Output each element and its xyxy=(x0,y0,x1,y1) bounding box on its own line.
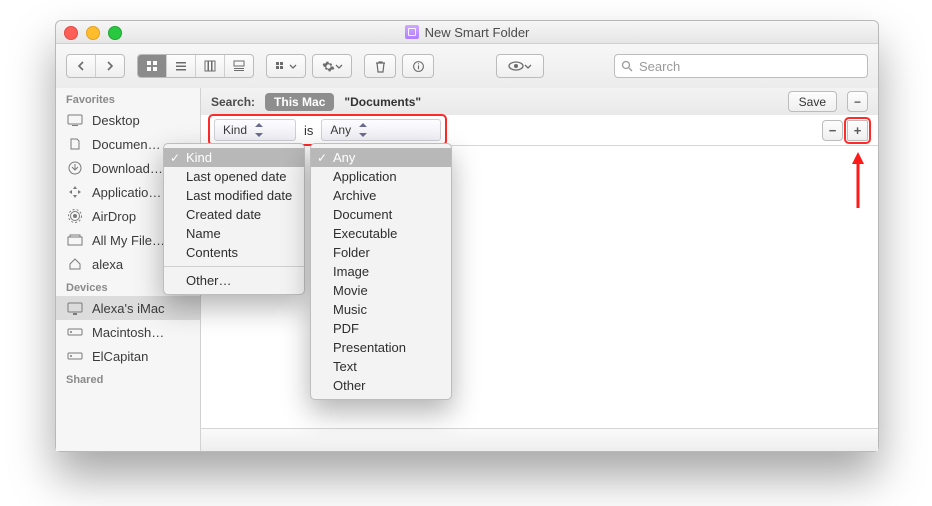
nav-back-forward xyxy=(66,54,125,78)
menu-item-other[interactable]: Other… xyxy=(164,271,304,290)
sidebar-section-favorites: Favorites xyxy=(56,88,200,108)
column-view-button[interactable] xyxy=(195,55,224,77)
action-button[interactable] xyxy=(312,54,352,78)
arrange-button[interactable] xyxy=(266,54,306,78)
sidebar-item-alexas-imac[interactable]: Alexa's iMac xyxy=(56,296,200,320)
trash-button[interactable] xyxy=(364,54,396,78)
remove-search-button[interactable]: − xyxy=(847,91,868,112)
search-icon xyxy=(621,60,633,72)
disk-icon xyxy=(66,349,84,363)
list-view-button[interactable] xyxy=(166,55,195,77)
add-criteria-button[interactable]: + xyxy=(847,120,868,141)
attribute-dropdown-menu[interactable]: Kind Last opened date Last modified date… xyxy=(163,143,305,295)
search-scope-bar: Search: This Mac "Documents" Save − xyxy=(201,88,878,116)
menu-item-movie[interactable]: Movie xyxy=(311,281,451,300)
menu-item-any[interactable]: Any xyxy=(311,148,451,167)
traffic-lights xyxy=(64,26,122,40)
titlebar: New Smart Folder xyxy=(56,21,878,44)
close-window-button[interactable] xyxy=(64,26,78,40)
remove-criteria-button[interactable]: − xyxy=(822,120,843,141)
menu-item-contents[interactable]: Contents xyxy=(164,243,304,262)
forward-button[interactable] xyxy=(95,55,124,77)
criteria-row: Kind is Any − + xyxy=(201,115,878,146)
path-bar xyxy=(201,428,878,451)
window-title-text: New Smart Folder xyxy=(425,25,530,40)
menu-item-name[interactable]: Name xyxy=(164,224,304,243)
menu-item-pdf[interactable]: PDF xyxy=(311,319,451,338)
chevron-updown-icon xyxy=(253,123,265,137)
window-title: New Smart Folder xyxy=(405,25,530,40)
toolbar: Search xyxy=(56,44,878,89)
menu-item-text[interactable]: Text xyxy=(311,357,451,376)
criteria-attribute-popup[interactable]: Kind xyxy=(214,119,296,141)
toolbar-search[interactable]: Search xyxy=(614,54,868,78)
sidebar-item-desktop[interactable]: Desktop xyxy=(56,108,200,132)
search-placeholder: Search xyxy=(639,59,680,74)
airdrop-icon xyxy=(66,209,84,223)
menu-item-archive[interactable]: Archive xyxy=(311,186,451,205)
scope-this-mac[interactable]: This Mac xyxy=(265,93,334,111)
menu-item-created-date[interactable]: Created date xyxy=(164,205,304,224)
apps-icon xyxy=(66,185,84,199)
value-dropdown-menu[interactable]: Any Application Archive Document Executa… xyxy=(310,143,452,400)
menu-item-application[interactable]: Application xyxy=(311,167,451,186)
criteria-operator: is xyxy=(304,123,313,138)
home-icon xyxy=(66,257,84,271)
quicklook-button[interactable] xyxy=(496,54,544,78)
menu-item-kind[interactable]: Kind xyxy=(164,148,304,167)
imac-icon xyxy=(66,301,84,315)
menu-item-last-opened[interactable]: Last opened date xyxy=(164,167,304,186)
zoom-window-button[interactable] xyxy=(108,26,122,40)
download-icon xyxy=(66,161,84,175)
menu-item-image[interactable]: Image xyxy=(311,262,451,281)
coverflow-view-button[interactable] xyxy=(224,55,253,77)
back-button[interactable] xyxy=(67,55,95,77)
menu-item-presentation[interactable]: Presentation xyxy=(311,338,451,357)
minimize-window-button[interactable] xyxy=(86,26,100,40)
desktop-icon xyxy=(66,113,84,127)
menu-item-last-modified[interactable]: Last modified date xyxy=(164,186,304,205)
allfiles-icon xyxy=(66,233,84,247)
menu-item-document[interactable]: Document xyxy=(311,205,451,224)
disk-icon xyxy=(66,325,84,339)
sidebar-item-macintosh-hd[interactable]: Macintosh… xyxy=(56,320,200,344)
save-search-button[interactable]: Save xyxy=(788,91,837,112)
smart-folder-icon xyxy=(405,25,419,39)
folder-icon xyxy=(66,137,84,151)
menu-item-music[interactable]: Music xyxy=(311,300,451,319)
menu-item-other-kind[interactable]: Other xyxy=(311,376,451,395)
info-button[interactable] xyxy=(402,54,434,78)
view-switcher xyxy=(137,54,254,78)
menu-item-executable[interactable]: Executable xyxy=(311,224,451,243)
sidebar-section-shared: Shared xyxy=(56,368,200,388)
chevron-updown-icon xyxy=(357,123,369,137)
scope-documents[interactable]: "Documents" xyxy=(344,95,421,109)
search-label: Search: xyxy=(211,95,255,109)
menu-separator xyxy=(164,266,304,267)
icon-view-button[interactable] xyxy=(138,55,166,77)
menu-item-folder[interactable]: Folder xyxy=(311,243,451,262)
criteria-value-popup[interactable]: Any xyxy=(321,119,441,141)
sidebar-item-elcapitan[interactable]: ElCapitan xyxy=(56,344,200,368)
